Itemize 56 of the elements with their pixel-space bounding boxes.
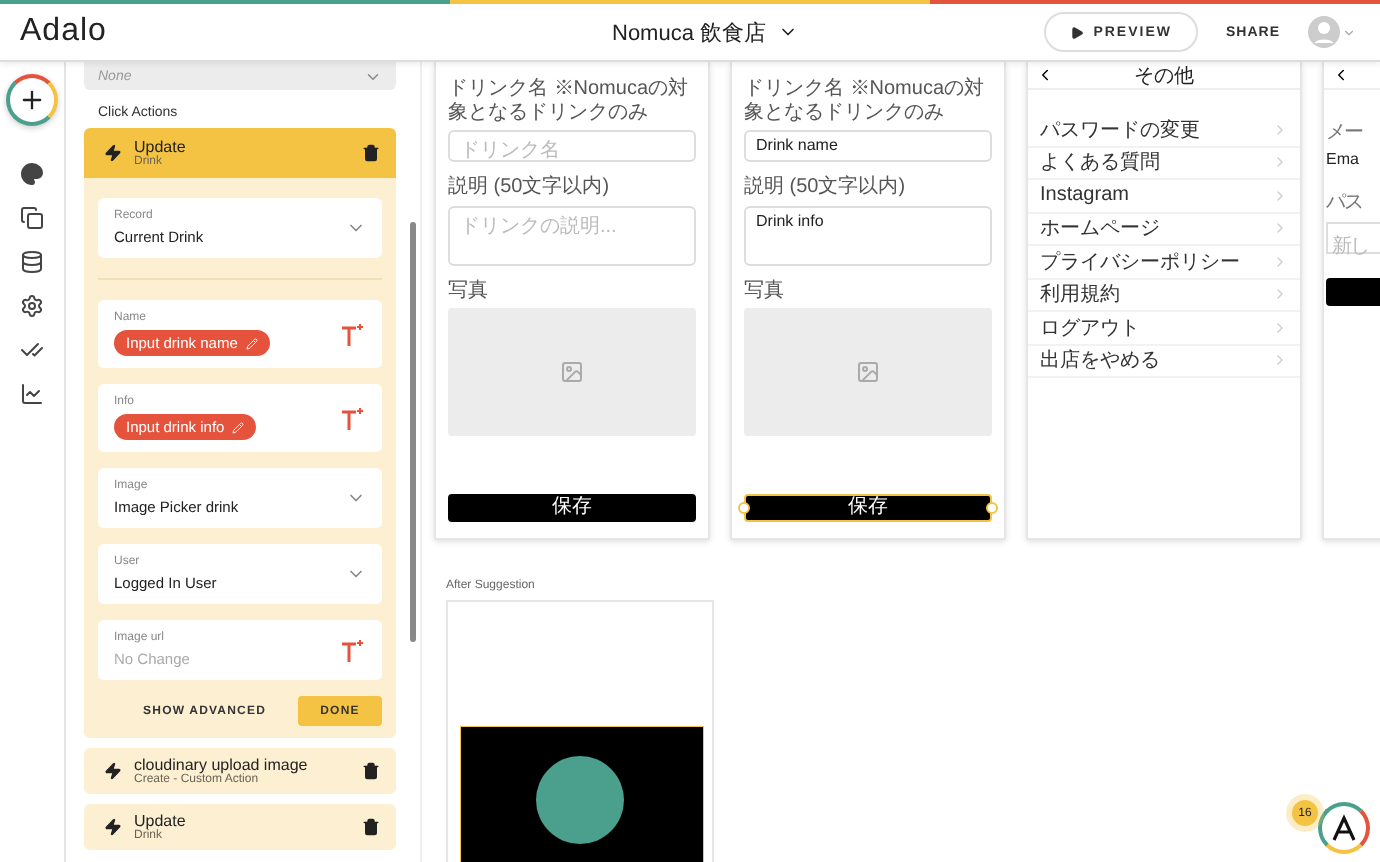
add-button[interactable] [6,74,58,126]
app-title[interactable]: Nomuca 飲食店 [612,17,799,47]
image-icon [560,360,584,384]
menu-item[interactable]: よくある質問 [1040,148,1160,177]
back-icon[interactable] [1036,66,1054,84]
menu-item[interactable]: 利用規約 [1040,280,1120,309]
lightning-icon [104,818,122,836]
pencil-icon [245,337,258,349]
field-label: ドリンク名 ※Nomucaの対象となるドリンクのみ [744,78,987,124]
textarea-field[interactable]: Drink info [744,205,992,265]
back-icon[interactable] [1332,66,1350,84]
field-value: Ema [1326,150,1361,168]
menu-item[interactable]: ホームページ [1040,214,1160,243]
field-label: 写真 [744,279,786,302]
chart-icon[interactable] [20,382,44,406]
chevron-down-icon [1342,25,1356,39]
play-icon [1069,25,1084,39]
trash-icon[interactable] [362,762,380,780]
field-label: メー [1326,120,1365,146]
menu-item[interactable]: 出店をやめる [1040,346,1160,375]
field-label: 説明 (50文字以内) [744,176,908,199]
field-label: 写真 [448,279,490,302]
trash-icon[interactable] [362,144,380,162]
pencil-icon [232,421,245,433]
field-label: パス [1326,190,1364,216]
menu-item[interactable]: ログアウト [1040,313,1140,342]
screens-icon[interactable] [20,206,44,230]
action-title: Update [134,138,188,156]
lightning-icon [104,762,122,780]
lightning-icon [104,144,122,162]
help-button[interactable] [1318,802,1370,854]
plus-icon [18,86,46,114]
magic-text-icon[interactable] [340,321,366,347]
logo-icon [1330,814,1358,842]
logo[interactable]: Adalo [20,14,420,50]
save-button[interactable]: 保存 [448,494,696,522]
double-check-icon[interactable] [20,338,44,362]
image-icon [856,360,880,384]
screen-title: その他 [1134,63,1194,89]
input-field[interactable]: Drink name [744,130,992,162]
save-button[interactable]: 保存 [744,494,992,522]
resize-handle[interactable] [738,502,750,514]
magic-text-icon[interactable] [340,405,366,431]
trash-icon[interactable] [362,818,380,836]
database-icon[interactable] [20,250,44,274]
action-title: Update [134,812,188,830]
magic-text-icon[interactable] [340,637,366,663]
menu-item[interactable]: プライバシーポリシー [1040,247,1240,276]
field-label: ドリンク名 ※Nomucaの対象となるドリンクのみ [448,78,691,124]
palette-icon[interactable] [20,162,44,186]
action-title: cloudinary upload image [134,756,310,774]
scrollbar-thumb[interactable] [410,222,416,642]
menu-item[interactable]: Instagram [1040,184,1129,207]
field-label: 説明 (50文字以内) [448,176,612,199]
settings-icon[interactable] [20,294,44,318]
menu-item[interactable]: パスワードの変更 [1040,115,1200,144]
